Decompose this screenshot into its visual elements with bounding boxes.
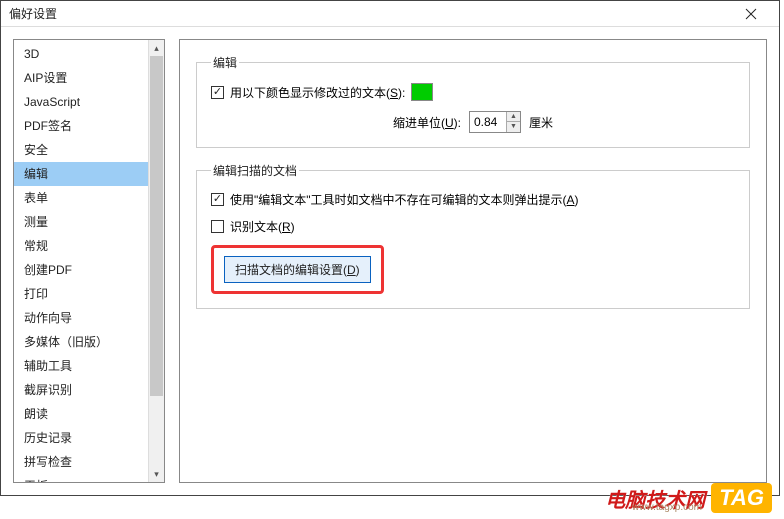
spinner-down[interactable]: ▼ [507, 122, 520, 132]
color-picker[interactable] [411, 83, 433, 101]
recognize-checkbox[interactable] [211, 220, 224, 233]
sidebar-item-9[interactable]: 创建PDF [14, 258, 148, 282]
sidebar-item-12[interactable]: 多媒体（旧版） [14, 330, 148, 354]
sidebar-item-18[interactable]: 平板 [14, 474, 148, 482]
sidebar-item-0[interactable]: 3D [14, 42, 148, 66]
indent-input-wrap: ▲ ▼ [469, 111, 521, 133]
scan-legend: 编辑扫描的文档 [211, 162, 299, 179]
watermark-url: www.tagxp.com [632, 502, 702, 513]
indent-row: 缩进单位(U): ▲ ▼ 厘米 [211, 111, 735, 133]
settings-panel: 编辑 用以下颜色显示修改过的文本(S): 缩进单位(U): ▲ [179, 39, 767, 483]
sidebar-item-2[interactable]: JavaScript [14, 90, 148, 114]
highlight-box: 扫描文档的编辑设置(D) [211, 245, 384, 294]
scroll-up-arrow[interactable]: ▴ [149, 40, 164, 56]
sidebar-item-17[interactable]: 拼写检查 [14, 450, 148, 474]
sidebar-item-3[interactable]: PDF签名 [14, 114, 148, 138]
close-icon [745, 8, 757, 20]
indent-unit: 厘米 [529, 114, 553, 131]
close-button[interactable] [731, 1, 771, 27]
scroll-down-arrow[interactable]: ▾ [149, 466, 164, 482]
titlebar: 偏好设置 [1, 1, 779, 27]
show-modified-checkbox[interactable] [211, 86, 224, 99]
prompt-checkbox[interactable] [211, 193, 224, 206]
sidebar-item-11[interactable]: 动作向导 [14, 306, 148, 330]
category-sidebar[interactable]: 3DAIP设置JavaScriptPDF签名安全编辑表单测量常规创建PDF打印动… [14, 40, 148, 482]
sidebar-item-4[interactable]: 安全 [14, 138, 148, 162]
recognize-row: 识别文本(R) [211, 218, 735, 235]
edit-legend: 编辑 [211, 54, 239, 71]
edit-fieldset: 编辑 用以下颜色显示修改过的文本(S): 缩进单位(U): ▲ [196, 54, 750, 148]
sidebar-item-16[interactable]: 历史记录 [14, 426, 148, 450]
content-area: 3DAIP设置JavaScriptPDF签名安全编辑表单测量常规创建PDF打印动… [1, 27, 779, 495]
sidebar-item-15[interactable]: 朗读 [14, 402, 148, 426]
scan-fieldset: 编辑扫描的文档 使用"编辑文本"工具时如文档中不存在可编辑的文本则弹出提示(A)… [196, 162, 750, 309]
sidebar-item-10[interactable]: 打印 [14, 282, 148, 306]
indent-input[interactable] [470, 115, 506, 129]
show-modified-label: 用以下颜色显示修改过的文本(S): [230, 84, 405, 101]
sidebar-item-6[interactable]: 表单 [14, 186, 148, 210]
sidebar-item-1[interactable]: AIP设置 [14, 66, 148, 90]
show-modified-row: 用以下颜色显示修改过的文本(S): [211, 83, 735, 101]
sidebar-container: 3DAIP设置JavaScriptPDF签名安全编辑表单测量常规创建PDF打印动… [13, 39, 165, 483]
recognize-label: 识别文本(R) [230, 218, 295, 235]
sidebar-item-14[interactable]: 截屏识别 [14, 378, 148, 402]
window-title: 偏好设置 [9, 5, 57, 22]
scrollbar-thumb[interactable] [150, 56, 163, 396]
prompt-row: 使用"编辑文本"工具时如文档中不存在可编辑的文本则弹出提示(A) [211, 191, 735, 208]
sidebar-item-5[interactable]: 编辑 [14, 162, 148, 186]
sidebar-item-8[interactable]: 常规 [14, 234, 148, 258]
indent-spinner: ▲ ▼ [506, 112, 520, 132]
prompt-label: 使用"编辑文本"工具时如文档中不存在可编辑的文本则弹出提示(A) [230, 191, 579, 208]
preferences-window: 偏好设置 3DAIP设置JavaScriptPDF签名安全编辑表单测量常规创建P… [0, 0, 780, 496]
sidebar-scrollbar[interactable]: ▴ ▾ [148, 40, 164, 482]
indent-label: 缩进单位(U): [393, 114, 461, 131]
spinner-up[interactable]: ▲ [507, 112, 520, 122]
sidebar-item-13[interactable]: 辅助工具 [14, 354, 148, 378]
scan-settings-button[interactable]: 扫描文档的编辑设置(D) [224, 256, 371, 283]
sidebar-item-7[interactable]: 测量 [14, 210, 148, 234]
